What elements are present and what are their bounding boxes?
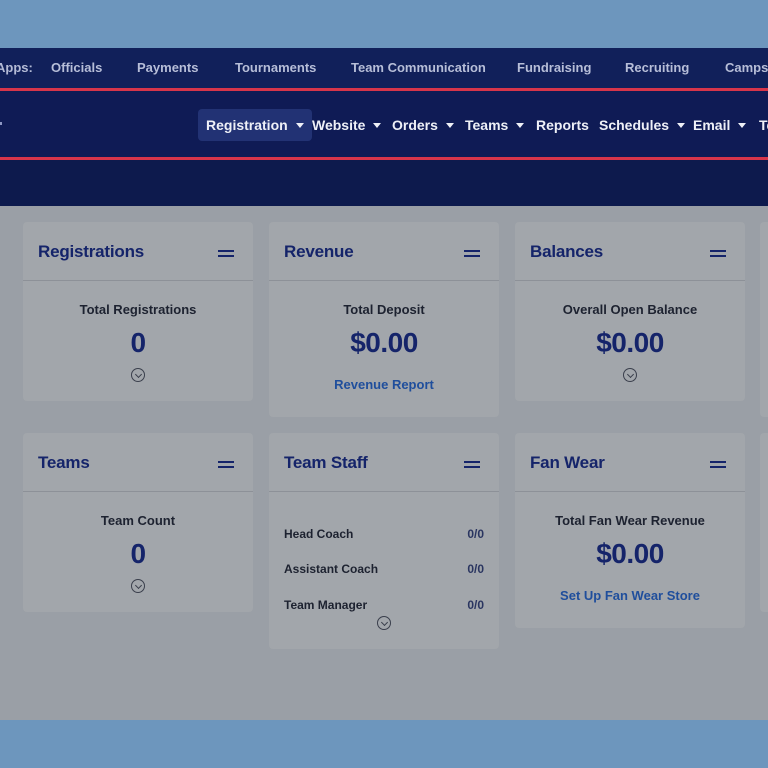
menu-icon[interactable]	[710, 250, 726, 257]
expand-chevron-icon[interactable]	[377, 616, 391, 630]
staff-count: 0/0	[467, 527, 484, 541]
card-title: Registrations	[38, 242, 145, 261]
apps-bar: Apps: Officials Payments Tournaments Tea…	[0, 48, 768, 88]
metric-value: $0.00	[596, 327, 664, 358]
nav-reports-label: Reports	[536, 117, 589, 133]
nav-schedules-label: Schedules	[599, 117, 670, 133]
card-header: Teams	[23, 433, 253, 492]
card-fan-wear: Fan Wear Total Fan Wear Revenue $0.00 Se…	[515, 433, 745, 628]
card-registrations: Registrations Total Registrations 0	[23, 222, 253, 401]
metric-value: $0.00	[596, 538, 664, 569]
app-link-tournaments[interactable]: Tournaments	[235, 60, 316, 75]
expand-chevron-icon[interactable]	[623, 368, 637, 382]
app-link-officials[interactable]: Officials	[51, 60, 102, 75]
chevron-down-icon	[516, 122, 525, 128]
metric-value: 0	[130, 327, 146, 358]
menu-icon[interactable]	[464, 250, 480, 257]
card-header: Balances	[515, 222, 745, 281]
metric-label: Overall Open Balance	[562, 302, 698, 317]
nav-overflow-item[interactable]: Te	[751, 109, 768, 141]
card-revenue: Revenue Total Deposit $0.00 Revenue Repo…	[269, 222, 499, 417]
card-title: Fan Wear	[530, 453, 605, 472]
metric-label: Total Deposit	[343, 302, 425, 317]
staff-count: 0/0	[467, 562, 484, 576]
card-title: Revenue	[284, 242, 354, 261]
chevron-down-icon	[373, 122, 382, 128]
card-balances: Balances Overall Open Balance $0.00	[515, 222, 745, 401]
app-link-team-communication[interactable]: Team Communication	[351, 60, 486, 75]
menu-icon[interactable]	[218, 250, 234, 257]
nav-edge-mark	[0, 122, 2, 125]
app-frame: Apps: Officials Payments Tournaments Tea…	[0, 48, 768, 720]
staff-row-assistant-coach: Assistant Coach 0/0	[284, 562, 484, 576]
card-partial-offscreen	[760, 222, 768, 417]
nav-email-label: Email	[693, 117, 731, 133]
nav-website-label: Website	[312, 117, 366, 133]
app-link-payments[interactable]: Payments	[137, 60, 198, 75]
card-title: Teams	[38, 453, 90, 472]
staff-count: 0/0	[467, 598, 484, 612]
nav-registration-label: Registration	[206, 117, 288, 133]
staff-row-team-manager: Team Manager 0/0	[284, 598, 484, 612]
card-team-staff: Team Staff Head Coach 0/0 Assistant Coac…	[269, 433, 499, 649]
nav-teams[interactable]: Teams	[457, 109, 532, 141]
staff-role: Head Coach	[284, 527, 354, 541]
staff-role: Team Manager	[284, 598, 368, 612]
card-header: Registrations	[23, 222, 253, 281]
metric-label: Total Registrations	[79, 302, 197, 317]
card-header: Fan Wear	[515, 433, 745, 492]
app-link-recruiting[interactable]: Recruiting	[625, 60, 689, 75]
nav-overflow-label: Te	[759, 117, 768, 133]
staff-role: Assistant Coach	[284, 562, 379, 576]
sub-header-bar	[0, 160, 768, 206]
metric-label: Team Count	[100, 513, 176, 528]
app-link-camps[interactable]: Camps	[725, 60, 768, 75]
nav-website[interactable]: Website	[304, 109, 389, 141]
card-teams: Teams Team Count 0	[23, 433, 253, 612]
nav-email[interactable]: Email	[685, 109, 754, 141]
metric-value: 0	[130, 538, 146, 569]
chevron-down-icon	[738, 122, 747, 128]
metric-value: $0.00	[350, 327, 418, 358]
set-up-fan-wear-store-link[interactable]: Set Up Fan Wear Store	[515, 588, 745, 603]
nav-orders-label: Orders	[392, 117, 438, 133]
revenue-report-link[interactable]: Revenue Report	[269, 377, 499, 392]
card-title: Team Staff	[284, 453, 368, 472]
card-partial-offscreen	[760, 433, 768, 612]
menu-icon[interactable]	[710, 461, 726, 468]
expand-chevron-icon[interactable]	[131, 579, 145, 593]
staff-row-head-coach: Head Coach 0/0	[284, 527, 484, 541]
chevron-down-icon	[295, 122, 304, 128]
card-title: Balances	[530, 242, 604, 261]
nav-reports[interactable]: Reports	[528, 109, 597, 141]
nav-registration[interactable]: Registration	[198, 109, 312, 141]
app-link-fundraising[interactable]: Fundraising	[517, 60, 591, 75]
card-header: Team Staff	[269, 433, 499, 492]
chevron-down-icon	[445, 122, 454, 128]
apps-label: Apps:	[0, 60, 33, 75]
menu-icon[interactable]	[464, 461, 480, 468]
nav-orders[interactable]: Orders	[384, 109, 462, 141]
nav-teams-label: Teams	[465, 117, 509, 133]
menu-icon[interactable]	[218, 461, 234, 468]
chevron-down-icon	[677, 122, 686, 128]
card-header: Revenue	[269, 222, 499, 281]
expand-chevron-icon[interactable]	[131, 368, 145, 382]
metric-label: Total Fan Wear Revenue	[555, 513, 705, 528]
nav-schedules[interactable]: Schedules	[591, 109, 693, 141]
main-nav: Registration Website Orders Teams Report…	[0, 91, 768, 157]
